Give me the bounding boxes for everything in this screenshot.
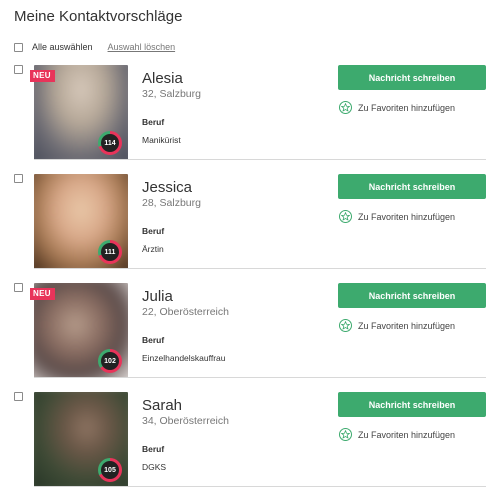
job-label: Beruf (142, 335, 165, 345)
new-badge: NEU (30, 288, 55, 300)
job-value: Einzelhandelskauffrau (142, 353, 226, 363)
job-value: DGKS (142, 462, 167, 472)
contact-card: NEU 102 Julia 22, Oberösterreich Beruf E… (0, 283, 500, 391)
select-all-label[interactable]: Alle auswählen (32, 42, 93, 52)
contact-age-location: 28, Salzburg (142, 197, 201, 209)
contact-age-location: 22, Oberösterreich (142, 306, 229, 318)
contact-name[interactable]: Alesia (142, 70, 183, 87)
add-favorite-label: Zu Favoriten hinzufügen (358, 320, 456, 331)
card-divider (34, 159, 486, 160)
clear-selection-link[interactable]: Auswahl löschen (108, 42, 176, 52)
contact-name[interactable]: Julia (142, 288, 173, 305)
select-all-checkbox[interactable] (14, 42, 23, 52)
match-score: 111 (98, 240, 122, 264)
job-label: Beruf (142, 117, 165, 127)
add-favorite-link[interactable]: Zu Favoriten hinzufügen (339, 210, 455, 223)
match-score: 114 (98, 131, 122, 155)
page-title: Meine Kontaktvorschläge (14, 8, 183, 25)
contact-card: NEU 114 Alesia 32, Salzburg Beruf Manikü… (0, 65, 500, 173)
job-label: Beruf (142, 444, 165, 454)
star-icon (339, 428, 352, 441)
contact-checkbox[interactable] (14, 392, 23, 401)
star-icon (339, 319, 352, 332)
send-message-button[interactable]: Nachricht schreiben (338, 392, 486, 417)
contact-card: 111 Jessica 28, Salzburg Beruf Ärztin Na… (0, 174, 500, 282)
job-label: Beruf (142, 226, 165, 236)
contact-checkbox[interactable] (14, 65, 23, 74)
selection-controls: Alle auswählen Auswahl löschen (14, 40, 175, 54)
new-badge: NEU (30, 70, 55, 82)
add-favorite-link[interactable]: Zu Favoriten hinzufügen (339, 319, 455, 332)
send-message-button[interactable]: Nachricht schreiben (338, 174, 486, 199)
send-message-button[interactable]: Nachricht schreiben (338, 65, 486, 90)
contact-name[interactable]: Sarah (142, 397, 182, 414)
contact-checkbox[interactable] (14, 174, 23, 183)
card-divider (34, 486, 486, 487)
card-divider (34, 377, 486, 378)
contact-card: 105 Sarah 34, Oberösterreich Beruf DGKS … (0, 392, 500, 500)
send-message-button[interactable]: Nachricht schreiben (338, 283, 486, 308)
contact-name[interactable]: Jessica (142, 179, 192, 196)
contact-checkbox[interactable] (14, 283, 23, 292)
match-score: 105 (98, 458, 122, 482)
add-favorite-link[interactable]: Zu Favoriten hinzufügen (339, 428, 455, 441)
add-favorite-label: Zu Favoriten hinzufügen (358, 102, 456, 113)
card-divider (34, 268, 486, 269)
add-favorite-label: Zu Favoriten hinzufügen (358, 429, 456, 440)
contact-age-location: 32, Salzburg (142, 88, 201, 100)
job-value: Ärztin (142, 244, 164, 254)
star-icon (339, 101, 352, 114)
match-score: 102 (98, 349, 122, 373)
add-favorite-link[interactable]: Zu Favoriten hinzufügen (339, 101, 455, 114)
add-favorite-label: Zu Favoriten hinzufügen (358, 211, 456, 222)
job-value: Manikürist (142, 135, 181, 145)
star-icon (339, 210, 352, 223)
contact-age-location: 34, Oberösterreich (142, 415, 229, 427)
